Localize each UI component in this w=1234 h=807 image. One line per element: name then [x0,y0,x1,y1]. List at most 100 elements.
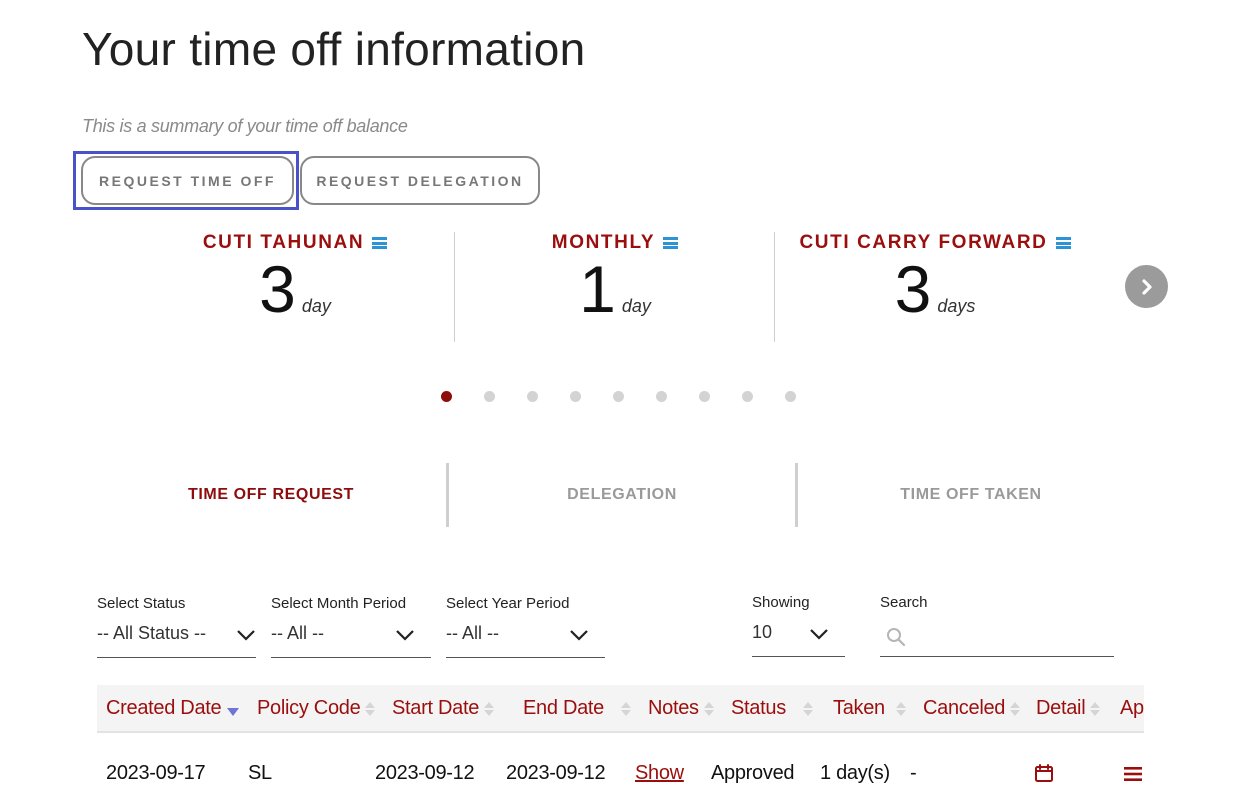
tab-time-off-request[interactable]: TIME OFF REQUEST [96,486,446,504]
column-header-label: Notes [648,697,699,719]
month-filter: Select Month Period -- All -- [271,595,431,658]
carousel-dot[interactable] [656,391,667,402]
calendar-icon [1035,764,1053,782]
carousel-dot[interactable] [699,391,710,402]
column-header-notes[interactable]: Notes [648,697,714,720]
page-title: Your time off information [82,23,586,75]
chevron-down-icon [396,630,414,641]
sort-icon [802,701,813,716]
cell-end-date: 2023-09-12 [506,762,606,784]
carousel-dot[interactable] [785,391,796,402]
sort-desc-icon [227,707,240,716]
status-filter-label: Select Status [97,595,186,612]
column-header-label: End Date [523,697,604,719]
sort-icon [895,701,906,716]
approval-menu-button[interactable] [1124,765,1142,788]
request-delegation-button[interactable]: REQUEST DELEGATION [300,156,540,205]
column-header-policy-code[interactable]: Policy Code [257,697,376,720]
page-subtitle: This is a summary of your time off balan… [82,116,408,136]
show-notes-link[interactable]: Show [635,762,684,785]
search-icon [887,628,906,647]
carousel-dot[interactable] [484,391,495,402]
column-header-status[interactable]: Status [731,697,813,720]
column-header-label: Start Date [392,697,480,719]
balance-card-title: CUTI CARRY FORWARD [799,232,1048,253]
column-header-label: Taken [833,697,885,719]
balance-unit: days [937,296,976,316]
search-input[interactable] [880,619,1114,657]
sort-icon [484,701,495,716]
status-select[interactable]: -- All Status -- [97,620,256,658]
balance-card-monthly: MONTHLY 1 day [500,232,730,342]
menu-icon[interactable] [663,237,679,249]
carousel-next-button[interactable] [1125,265,1168,308]
carousel-dot[interactable] [527,391,538,402]
balance-value: 3 [894,252,932,326]
tab-delegation[interactable]: DELEGATION [449,486,795,504]
page-size-select[interactable]: 10 [752,619,845,657]
column-header-canceled[interactable]: Canceled [923,697,1021,720]
column-header-approval[interactable]: Ap [1120,697,1144,720]
carousel-pagination [441,391,796,402]
year-filter: Select Year Period -- All -- [446,595,605,658]
carousel-dot[interactable] [613,391,624,402]
menu-icon[interactable] [372,237,388,249]
table-header: Created Date Policy Code Start Date End … [97,685,1144,733]
sort-icon [621,701,631,716]
chevron-down-icon [570,630,588,641]
chevron-down-icon [237,630,255,641]
sort-icon [1010,701,1021,716]
cell-start-date: 2023-09-12 [375,762,475,784]
carousel-dot[interactable] [742,391,753,402]
balance-card-cuti-tahunan: CUTI TAHUNAN 3 day [180,232,410,342]
balance-card-title: MONTHLY [551,232,656,253]
column-header-label: Ap [1120,697,1144,719]
carousel-dot[interactable] [570,391,581,402]
column-header-end-date[interactable]: End Date [523,697,631,720]
month-filter-label: Select Month Period [271,595,407,612]
carousel-dot[interactable] [441,391,452,402]
balance-card-cuti-carry-forward: CUTI CARRY FORWARD 3 days [785,232,1085,342]
cell-status: Approved [711,762,795,784]
request-time-off-button[interactable]: REQUEST TIME OFF [81,156,294,205]
detail-button[interactable] [1034,763,1054,789]
cell-policy-code: SL [248,762,272,784]
menu-icon [1124,767,1142,781]
search-filter: Search [880,594,1114,657]
column-header-taken[interactable]: Taken [833,697,906,720]
column-header-label: Status [731,697,786,719]
year-select[interactable]: -- All -- [446,620,605,658]
month-select[interactable]: -- All -- [271,620,431,658]
page-size-value: 10 [752,622,773,642]
sort-icon [1090,701,1101,716]
balance-unit: day [621,296,651,316]
sort-icon [365,701,376,716]
chevron-down-icon [810,629,828,640]
sort-icon [703,701,714,716]
card-divider [454,232,455,342]
year-filter-label: Select Year Period [446,595,570,612]
balance-card-title: CUTI TAHUNAN [202,232,365,253]
column-header-label: Policy Code [257,697,361,719]
tab-time-off-taken[interactable]: TIME OFF TAKEN [798,486,1144,504]
column-header-label: Detail [1036,697,1086,719]
column-header-label: Canceled [923,697,1006,719]
column-header-label: Created Date [106,697,222,719]
column-header-detail[interactable]: Detail [1036,697,1101,720]
card-divider [774,232,775,342]
menu-icon[interactable] [1055,237,1071,249]
chevron-right-icon [1141,278,1152,295]
cell-canceled: - [910,762,917,784]
balance-value: 1 [579,252,616,326]
column-header-created-date[interactable]: Created Date [106,697,240,720]
showing-filter-label: Showing [752,594,810,611]
search-label: Search [880,594,928,611]
showing-filter: Showing 10 [752,594,845,657]
cell-taken: 1 day(s) [820,762,890,784]
month-select-value: -- All -- [271,623,324,643]
balance-value: 3 [259,252,296,326]
status-filter: Select Status -- All Status -- [97,595,256,658]
cell-created-date: 2023-09-17 [106,762,206,784]
column-header-start-date[interactable]: Start Date [392,697,495,720]
year-select-value: -- All -- [446,623,499,643]
